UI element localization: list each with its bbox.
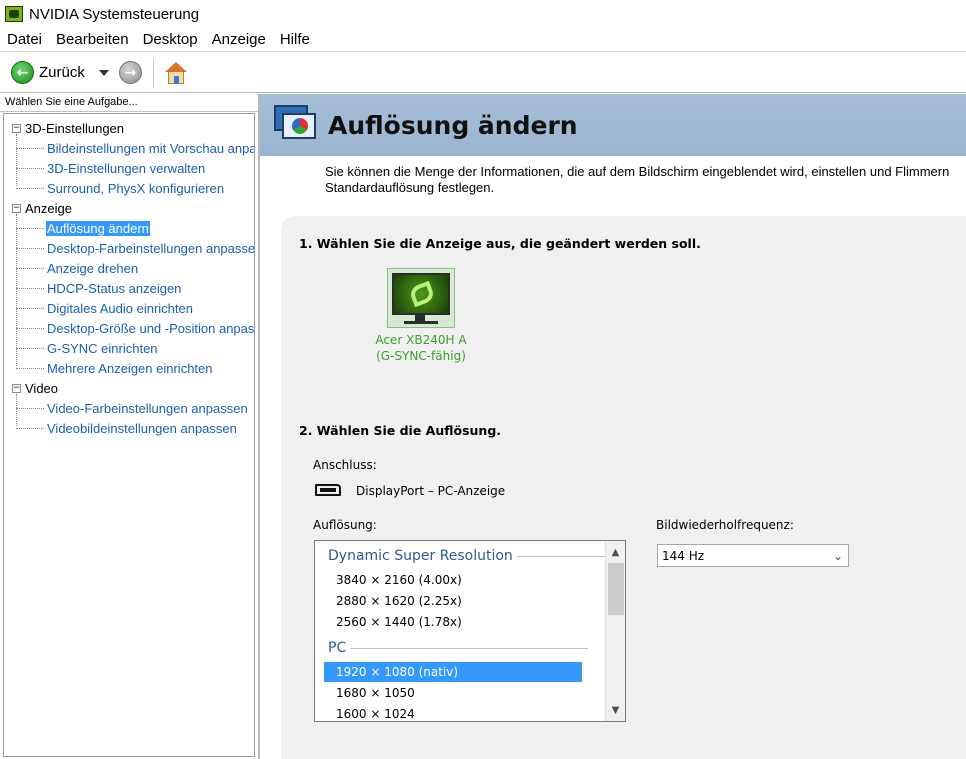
res-group-pc: PC	[328, 640, 589, 656]
tree-item-aufloesung-aendern[interactable]: Auflösung ändern	[4, 218, 254, 238]
forward-arrow-icon[interactable]: →	[118, 61, 142, 84]
tree-item-surround-physx[interactable]: Surround, PhysX konfigurieren	[4, 178, 254, 198]
menu-anzeige[interactable]: Anzeige	[205, 31, 273, 48]
task-panel: Wählen Sie eine Aufgabe... − 3D-Einstell…	[0, 94, 258, 759]
nvidia-app-icon	[5, 6, 23, 22]
tree-item-g-sync[interactable]: G-SYNC einrichten	[4, 338, 254, 358]
refresh-rate-label: Bildwiederholfrequenz:	[656, 518, 794, 532]
back-label: Zurück	[39, 64, 85, 81]
tree-group-video: − Video Video-Farbeinstellungen anpassen…	[4, 378, 254, 438]
menu-datei[interactable]: Datei	[0, 31, 49, 48]
tree-group-anzeige: − Anzeige Auflösung ändern Desktop-Farbe…	[4, 198, 254, 378]
collapse-icon[interactable]: −	[12, 123, 21, 133]
task-header: Wählen Sie eine Aufgabe...	[0, 94, 258, 112]
res-item-selected[interactable]: 1920 × 1080 (nativ)	[324, 662, 582, 682]
res-item[interactable]: 2560 × 1440 (1.78x)	[336, 615, 462, 629]
collapse-icon[interactable]: −	[12, 383, 21, 393]
page-banner: Auflösung ändern	[260, 94, 966, 156]
display-tile-acer[interactable]	[387, 268, 455, 328]
step1-heading: 1. Wählen Sie die Anzeige aus, die geänd…	[299, 236, 701, 251]
resolution-label: Auflösung:	[313, 518, 377, 532]
window-title: NVIDIA Systemsteuerung	[29, 5, 200, 23]
menu-desktop[interactable]: Desktop	[136, 31, 205, 48]
scroll-down-icon[interactable]: ▼	[606, 701, 625, 719]
connector-value: DisplayPort – PC-Anzeige	[356, 484, 506, 498]
tree-item-digitales-audio[interactable]: Digitales Audio einrichten	[4, 298, 254, 318]
chevron-down-icon: ⌄	[832, 549, 843, 563]
menu-bar: Datei Bearbeiten Desktop Anzeige Hilfe	[0, 28, 966, 52]
tree-item-mehrere-anzeigen[interactable]: Mehrere Anzeigen einrichten	[4, 358, 254, 378]
tree-node-video[interactable]: − Video	[4, 378, 254, 398]
back-arrow-icon: ←	[11, 61, 34, 84]
page-description: Sie können die Menge der Informationen, …	[325, 164, 950, 195]
scroll-thumb[interactable]	[608, 563, 624, 615]
tree-node-anzeige[interactable]: − Anzeige	[4, 198, 254, 218]
res-item[interactable]: 1600 × 1024	[336, 707, 415, 721]
scroll-up-icon[interactable]: ▲	[606, 543, 625, 561]
content-panel: Auflösung ändern Sie können die Menge de…	[260, 94, 966, 759]
settings-area: 1. Wählen Sie die Anzeige aus, die geänd…	[281, 216, 966, 759]
connector-label: Anschluss:	[313, 458, 377, 472]
title-bar: NVIDIA Systemsteuerung	[0, 0, 966, 28]
tree-item-anzeige-drehen[interactable]: Anzeige drehen	[4, 258, 254, 278]
displayport-icon	[315, 484, 341, 496]
display-caption[interactable]: Acer XB240H A (G-SYNC-fähig)	[371, 332, 471, 364]
resolution-list[interactable]: Dynamic Super Resolution 3840 × 2160 (4.…	[314, 540, 626, 722]
tree-item-bildeinstellungen[interactable]: Bildeinstellungen mit Vorschau anpa	[4, 138, 254, 158]
task-tree: − 3D-Einstellungen Bildeinstellungen mit…	[3, 113, 255, 757]
step2-heading: 2. Wählen Sie die Auflösung.	[299, 423, 502, 438]
tree-item-3d-verwalten[interactable]: 3D-Einstellungen verwalten	[4, 158, 254, 178]
tree-item-desktop-farbeinstellungen[interactable]: Desktop-Farbeinstellungen anpassen	[4, 238, 254, 258]
page-title: Auflösung ändern	[328, 110, 578, 140]
tree-node-3d-einstellungen[interactable]: − 3D-Einstellungen	[4, 118, 254, 138]
home-icon[interactable]	[164, 61, 188, 85]
tree-group-3d: − 3D-Einstellungen Bildeinstellungen mit…	[4, 118, 254, 198]
toolbar: ← Zurück →	[0, 53, 966, 93]
res-item[interactable]: 2880 × 1620 (2.25x)	[336, 594, 462, 608]
toolbar-separator	[152, 57, 154, 88]
display-settings-icon	[270, 103, 320, 147]
resolution-scrollbar[interactable]: ▲ ▼	[605, 541, 625, 721]
history-dropdown-icon[interactable]	[98, 69, 109, 76]
collapse-icon[interactable]: −	[12, 203, 21, 213]
res-item[interactable]: 3840 × 2160 (4.00x)	[336, 573, 462, 587]
menu-hilfe[interactable]: Hilfe	[273, 31, 317, 48]
back-button[interactable]: ← Zurück	[11, 61, 85, 84]
menu-bearbeiten[interactable]: Bearbeiten	[49, 31, 136, 48]
tree-item-desktop-groesse[interactable]: Desktop-Größe und -Position anpass	[4, 318, 254, 338]
monitor-icon	[392, 273, 450, 315]
tree-item-video-farbeinstellungen[interactable]: Video-Farbeinstellungen anpassen	[4, 398, 254, 418]
tree-item-videobildeinstellungen[interactable]: Videobildeinstellungen anpassen	[4, 418, 254, 438]
refresh-rate-select[interactable]: 144 Hz ⌄	[657, 544, 849, 567]
res-group-dsr: Dynamic Super Resolution	[328, 548, 605, 564]
res-item[interactable]: 1680 × 1050	[336, 686, 415, 700]
tree-item-hdcp-status[interactable]: HDCP-Status anzeigen	[4, 278, 254, 298]
